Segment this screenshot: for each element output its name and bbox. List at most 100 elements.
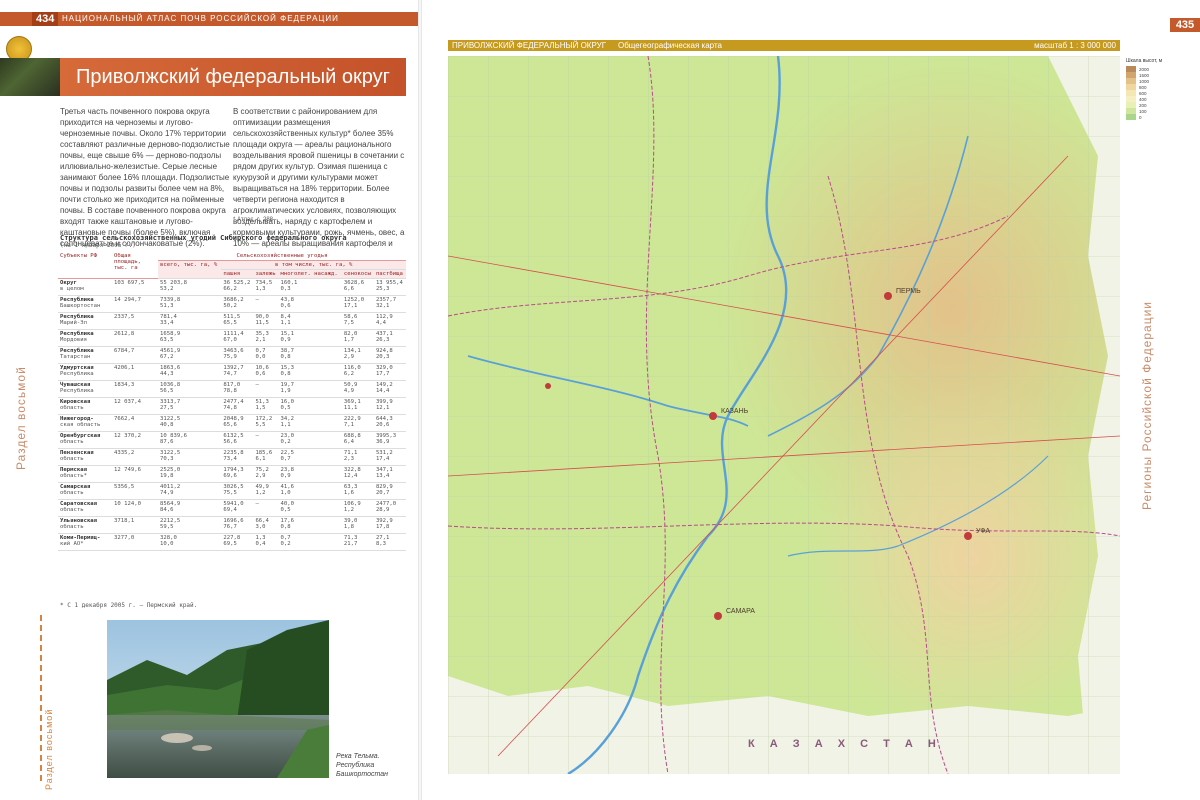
- cell-c4: 82,0 1,7: [341, 329, 374, 347]
- th-pasture: пастбища: [373, 269, 406, 279]
- cell-c1: 3026,5 75,5: [221, 482, 254, 500]
- cell-total: 14 294,7: [112, 295, 158, 313]
- label-kazakhstan: К А З А Х С Т А Н: [748, 738, 942, 750]
- cell-c1: 2235,8 73,4: [221, 448, 254, 466]
- cell-c1: 3463,6 75,9: [221, 346, 254, 364]
- legend-value: 1000: [1139, 78, 1150, 84]
- th-total: Общая площадь, тыс. га: [112, 252, 158, 279]
- cell-c2: —: [253, 431, 279, 449]
- running-head: НАЦИОНАЛЬНЫЙ АТЛАС ПОЧВ РОССИЙСКОЙ ФЕДЕР…: [62, 14, 339, 23]
- cell-c3: 8,4 1,1: [278, 312, 342, 330]
- cell-all: 781,4 33,4: [158, 312, 222, 330]
- city-ufa: УФА: [976, 528, 991, 535]
- table-footnote: * С 1 декабря 2005 г. — Пермский край.: [60, 602, 198, 609]
- cell-c2: —: [253, 499, 279, 517]
- agri-table: Субъекты РФ Общая площадь, тыс. га Сельс…: [58, 252, 406, 551]
- thumb-index-line: [40, 615, 42, 785]
- cell-c5: 399,9 12,1: [373, 397, 406, 415]
- cell-c1: 2048,9 65,6: [221, 414, 254, 432]
- cell-c1: 5941,0 69,4: [221, 499, 254, 517]
- cell-total: 4335,2: [112, 448, 158, 466]
- cell-c2: —: [253, 295, 279, 313]
- table-row: Самарская область 5356,5 4011,2 74,9 3026,5 …: [58, 482, 406, 500]
- cell-c1: 1111,4 67,0: [221, 329, 254, 347]
- page-title: Приволжский федеральный округ: [76, 66, 390, 88]
- cell-c5: 392,9 17,8: [373, 516, 406, 534]
- cell-c2: 185,6 6,1: [253, 448, 279, 466]
- map-head-type: Общегеографическая карта: [618, 41, 722, 50]
- cell-c4: 222,9 7,1: [341, 414, 374, 432]
- cell-c2: 734,5 1,3: [253, 278, 279, 296]
- thumb-index-label: Раздел восьмой: [44, 708, 54, 790]
- map-header: ПРИВОЛЖСКИЙ ФЕДЕРАЛЬНЫЙ ОКРУГ Общегеогра…: [448, 40, 1120, 51]
- cell-total: 103 697,5: [112, 278, 158, 296]
- legend-swatch: [1126, 114, 1136, 120]
- cell-c1: 36 525,2 66,2: [221, 278, 254, 296]
- city-samara: САМАРА: [726, 608, 755, 615]
- cell-total: 5356,5: [112, 482, 158, 500]
- cell-subject: Пензенская область: [58, 448, 112, 466]
- cell-c5: 329,0 17,7: [373, 363, 406, 381]
- cell-all: 3313,7 27,5: [158, 397, 222, 415]
- city-perm: ПЕРМЬ: [896, 288, 921, 295]
- cell-c4: 71,1 2,3: [341, 448, 374, 466]
- gutter: [418, 0, 422, 800]
- legend-value: 100: [1139, 108, 1147, 114]
- legend-value: 0: [1139, 114, 1142, 120]
- cell-c2: 90,0 11,5: [253, 312, 279, 330]
- cell-c1: 6132,5 56,6: [221, 431, 254, 449]
- cell-all: 4561,9 67,2: [158, 346, 222, 364]
- table-caption: Структура сельскохозяйственных угодий Си…: [60, 234, 347, 242]
- cell-total: 12 037,4: [112, 397, 158, 415]
- table-row: Коми-Пермяц-кий АО* 3277,0 328,0 10,0 227,8…: [58, 533, 406, 551]
- legend-value: 600: [1139, 90, 1147, 96]
- cell-c4: 134,1 2,9: [341, 346, 374, 364]
- regions-side-label: Регионы Российской Федерации: [1140, 301, 1154, 510]
- legend-row: 0: [1126, 114, 1166, 120]
- cell-all: 1863,6 44,3: [158, 363, 222, 381]
- table-row: Чувашская Республика 1834,3 1036,8 56,5 817,…: [58, 380, 406, 398]
- cell-c2: 51,3 1,5: [253, 397, 279, 415]
- table-row: Саратовская область 10 124,0 8564,9 84,6 594…: [58, 499, 406, 517]
- cell-c2: 172,2 5,5: [253, 414, 279, 432]
- cell-total: 4206,1: [112, 363, 158, 381]
- cell-subject: Чувашская Республика: [58, 380, 112, 398]
- cell-c3: 0,7 0,2: [278, 533, 342, 551]
- cell-total: 6784,7: [112, 346, 158, 364]
- cell-c5: 829,9 20,7: [373, 482, 406, 500]
- table-row: Удмуртская Республика 4206,1 1863,6 44,3 139…: [58, 363, 406, 381]
- cell-c5: 13 955,4 25,3: [373, 278, 406, 296]
- cell-all: 55 203,8 53,2: [158, 278, 222, 296]
- city-kazan: КАЗАНЬ: [721, 408, 749, 415]
- cell-c5: 347,1 13,4: [373, 465, 406, 483]
- cell-c3: 23,8 0,9: [278, 465, 342, 483]
- cell-c1: 511,5 65,5: [221, 312, 254, 330]
- cell-c5: 3995,3 36,9: [373, 431, 406, 449]
- page-number-right: 435: [1170, 18, 1200, 32]
- cell-all: 10 839,6 87,6: [158, 431, 222, 449]
- table-row: Пермская область* 12 749,6 2525,0 19,8 1794,…: [58, 465, 406, 483]
- legend-value: 200: [1139, 102, 1147, 108]
- cell-c3: 22,5 0,7: [278, 448, 342, 466]
- table-row: Округ в целом 103 697,5 55 203,8 53,2 36 525…: [58, 278, 406, 296]
- th-subject: Субъекты РФ: [58, 252, 112, 279]
- cell-subject: Республика Татарстан: [58, 346, 112, 364]
- cell-subject: Оренбургская область: [58, 431, 112, 449]
- cell-subject: Республика Башкортостан: [58, 295, 112, 313]
- cell-c4: 106,9 1,2: [341, 499, 374, 517]
- cell-c2: 75,2 2,9: [253, 465, 279, 483]
- cell-all: 7339,8 51,3: [158, 295, 222, 313]
- table-subcaption: (на 1 января 2006 г.): [60, 242, 136, 249]
- cell-all: 1658,9 63,5: [158, 329, 222, 347]
- cell-c1: 1696,6 76,7: [221, 516, 254, 534]
- cell-c3: 16,0 0,5: [278, 397, 342, 415]
- cell-c5: 2477,0 28,9: [373, 499, 406, 517]
- cell-c3: 40,0 0,5: [278, 499, 342, 517]
- th-fallow: залежь: [253, 269, 279, 279]
- cell-all: 8564,9 84,6: [158, 499, 222, 517]
- cell-c3: 15,3 0,8: [278, 363, 342, 381]
- cell-c2: 1,3 0,4: [253, 533, 279, 551]
- legend-value: 400: [1139, 96, 1147, 102]
- cell-c4: 322,8 12,4: [341, 465, 374, 483]
- cell-c1: 3686,2 50,2: [221, 295, 254, 313]
